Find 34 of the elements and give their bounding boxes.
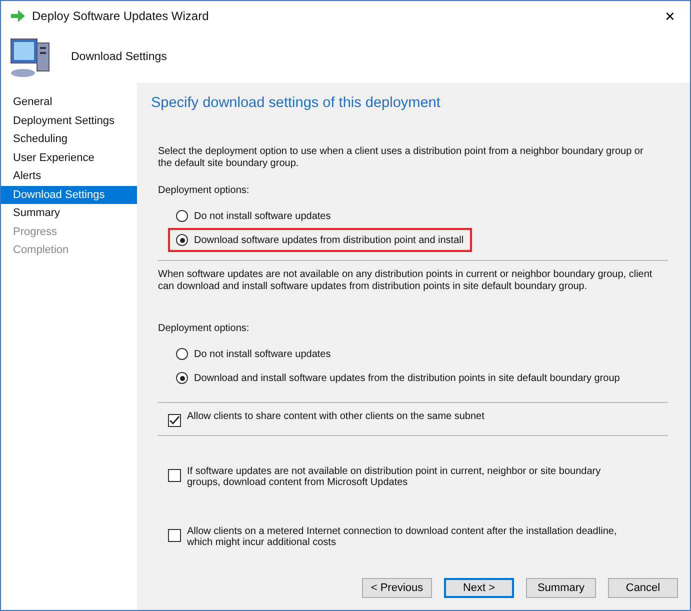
arrow-icon	[11, 10, 25, 22]
description-text: Select the deployment option to use when a client uses a distribution point from a neighbor boundary group or the default site boundary group.	[158, 146, 644, 170]
wizard-button[interactable]: Next >	[444, 578, 514, 598]
description-text: When software updates are not available on any distribution points in current or neighbor boundary group, client can download and install software updates from distribution points in site default boundary group.	[158, 269, 654, 293]
sidebar-item[interactable]: General	[1, 93, 137, 112]
checkbox-label: Allow clients to share content with other clients on the same subnet	[187, 411, 486, 422]
radio-label: Do not install software updates	[194, 210, 331, 222]
sidebar-item[interactable]: User Experience	[1, 148, 137, 167]
sidebar-item[interactable]: Download Settings	[1, 186, 137, 204]
radio-button[interactable]	[176, 234, 188, 246]
checkbox[interactable]	[168, 529, 181, 542]
checkbox[interactable]	[168, 469, 181, 482]
sidebar-item[interactable]: Deployment Settings	[1, 112, 137, 130]
page-header-title: Download Settings	[71, 51, 167, 63]
checkbox[interactable]	[168, 414, 181, 427]
wizard-button[interactable]: Cancel	[608, 578, 678, 598]
checkbox-label: Allow clients on a metered Internet connection to download content after the installation deadline, which might incur additional costs	[187, 526, 618, 548]
radio-button[interactable]	[176, 372, 188, 384]
wizard-button[interactable]: Summary	[526, 578, 596, 598]
radio-label: Download and install software updates from the distribution points in site default boundary group	[194, 372, 620, 384]
radio-label: Do not install software updates	[194, 348, 331, 360]
sidebar-item[interactable]: Alerts	[1, 167, 137, 186]
sidebar-item[interactable]: Scheduling	[1, 130, 137, 148]
window-title: Deploy Software Updates Wizard	[32, 9, 209, 23]
wizard-button[interactable]: < Previous	[362, 578, 432, 598]
page-heading: Specify download settings of this deployment	[151, 95, 442, 111]
options-label: Deployment options:	[158, 323, 250, 334]
options-label: Deployment options:	[158, 185, 250, 196]
radio-button[interactable]	[176, 210, 188, 222]
checkbox-label: If software updates are not available on distribution point in current, neighbor or site boundary groups, download content from Microsoft Updates	[187, 466, 602, 488]
radio-label: Download software updates from distribution point and install	[194, 234, 464, 246]
close-button[interactable]: ✕	[650, 1, 690, 31]
sidebar-item[interactable]: Summary	[1, 204, 137, 222]
radio-button[interactable]	[176, 348, 188, 360]
